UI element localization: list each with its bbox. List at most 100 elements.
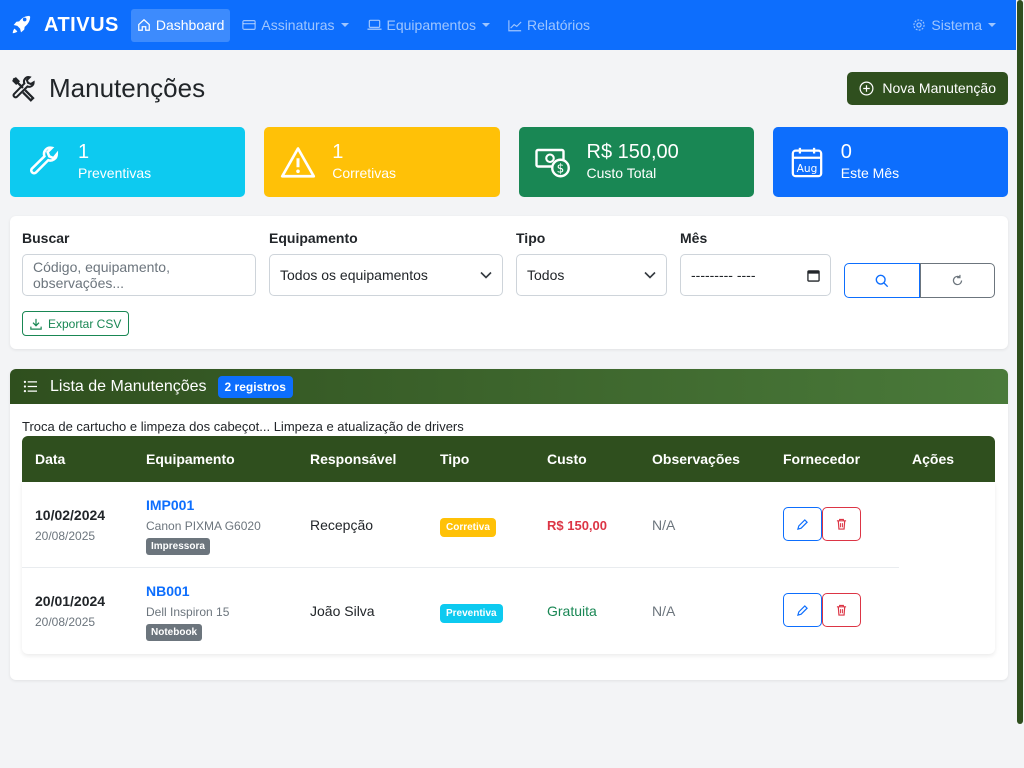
- nav-dashboard[interactable]: Dashboard: [130, 8, 231, 42]
- records-count-badge: 2 registros: [217, 375, 293, 398]
- month-input[interactable]: --------- ----: [680, 254, 831, 296]
- wrench-icon: [30, 146, 59, 175]
- list-header: Lista de Manutenções 2 registros: [10, 369, 1008, 404]
- cash-icon: $: [534, 148, 570, 178]
- list-title: Lista de Manutenções: [50, 377, 207, 395]
- maintenance-date: 20/01/2024: [35, 593, 106, 609]
- stat-label: Este Mês: [840, 165, 900, 181]
- delete-button[interactable]: [822, 507, 861, 541]
- search-icon: [875, 274, 888, 287]
- col-custo[interactable]: Custo: [547, 451, 587, 467]
- brand[interactable]: ATIVUS: [10, 14, 119, 37]
- stat-preventivas: 1 Preventivas: [10, 127, 246, 197]
- stat-este-mes: Aug 0 Este Mês: [772, 127, 1008, 197]
- pencil-icon: [797, 518, 808, 530]
- type-cell: Corretiva: [440, 517, 496, 537]
- type-group: Tipo Todos: [516, 230, 667, 296]
- home-icon: [137, 18, 150, 31]
- month-label: Mês: [680, 230, 708, 246]
- col-data[interactable]: Data: [35, 451, 65, 467]
- type-select[interactable]: Todos: [516, 254, 667, 296]
- created-date: 20/08/2025: [35, 529, 96, 543]
- maintenance-table: Data Equipamento Responsável Tipo Custo …: [22, 436, 995, 654]
- trash-icon: [836, 604, 847, 616]
- nav-equipamentos[interactable]: Equipamentos: [361, 9, 497, 42]
- notes-cell: N/A: [652, 603, 676, 619]
- equipment-select-value: Todos os equipamentos: [280, 267, 428, 283]
- warning-icon: [281, 147, 316, 178]
- svg-text:$: $: [556, 162, 564, 176]
- reset-button[interactable]: [919, 263, 995, 298]
- type-badge: Preventiva: [440, 604, 503, 623]
- equipment-label: Equipamento: [269, 230, 358, 246]
- trash-icon: [836, 518, 847, 530]
- date-cell: 10/02/2024 20/08/2025: [35, 507, 105, 543]
- search-label: Buscar: [22, 230, 70, 246]
- stat-corretivas: 1 Corretivas: [264, 127, 500, 197]
- nav-sistema[interactable]: Sistema: [906, 9, 1002, 42]
- scrollbar-thumb[interactable]: [1017, 0, 1023, 724]
- stat-value: 1: [332, 141, 344, 163]
- stat-label: Custo Total: [586, 165, 657, 181]
- nav-relatorios[interactable]: Relatórios: [502, 9, 596, 42]
- stat-custo-total: $ R$ 150,00 Custo Total: [518, 127, 754, 197]
- category-badge: Impressora: [146, 538, 210, 555]
- search-input[interactable]: Código, equipamento, observações...: [22, 254, 256, 296]
- page-header: Manutenções Nova Manutenção: [10, 68, 1008, 108]
- gear-icon: [913, 19, 926, 31]
- download-icon: [30, 318, 42, 330]
- chevron-down-icon: [480, 271, 492, 279]
- col-fornecedor[interactable]: Fornecedor: [783, 451, 860, 467]
- col-equipamento[interactable]: Equipamento: [146, 451, 235, 467]
- cost-cell: Gratuita: [547, 603, 597, 619]
- laptop-icon: [366, 19, 382, 30]
- calendar-icon: Aug: [791, 147, 823, 178]
- top-navbar: ATIVUS Dashboard Assinaturas Equipamento…: [0, 0, 1016, 50]
- equipment-select[interactable]: Todos os equipamentos: [269, 254, 503, 296]
- new-maintenance-label: Nova Manutenção: [882, 80, 996, 96]
- edit-button[interactable]: [783, 507, 822, 541]
- table-row: 20/01/2024 20/08/2025 NB001 Dell Inspiro…: [22, 568, 899, 654]
- chevron-down-icon: [988, 23, 996, 27]
- notes-cell: N/A: [652, 517, 676, 533]
- brand-name: ATIVUS: [44, 13, 119, 36]
- nav-assinaturas[interactable]: Assinaturas: [236, 9, 354, 42]
- chevron-down-icon: [482, 23, 491, 27]
- delete-button[interactable]: [822, 593, 861, 627]
- search-group: Buscar Código, equipamento, observações.…: [22, 230, 256, 296]
- nav-assinaturas-label: Assinaturas: [261, 17, 335, 33]
- table-body: 10/02/2024 20/08/2025 IMP001 Canon PIXMA…: [22, 482, 995, 654]
- equipment-group: Equipamento Todos os equipamentos: [269, 230, 503, 296]
- category-badge: Notebook: [146, 624, 203, 641]
- page-title: Manutenções: [49, 72, 206, 103]
- type-label: Tipo: [516, 230, 546, 246]
- export-csv-button[interactable]: Exportar CSV: [22, 311, 130, 336]
- month-input-value: --------- ----: [691, 267, 756, 283]
- equipment-code-link[interactable]: IMP001: [146, 497, 261, 513]
- col-tipo[interactable]: Tipo: [440, 451, 469, 467]
- search-button[interactable]: [844, 263, 920, 298]
- filter-card: Buscar Código, equipamento, observações.…: [10, 216, 1008, 349]
- edit-button[interactable]: [783, 593, 822, 627]
- chevron-down-icon: [340, 23, 349, 27]
- chart-line-icon: [508, 19, 522, 31]
- scrollbar-track[interactable]: [1016, 0, 1024, 768]
- col-acoes[interactable]: Ações: [912, 451, 954, 467]
- equipment-name: Dell Inspiron 15: [146, 605, 230, 619]
- col-observacoes[interactable]: Observações: [652, 451, 740, 467]
- list-icon: [23, 380, 37, 393]
- stat-label: Corretivas: [332, 165, 397, 181]
- stats-row: 1 Preventivas 1 Corretivas $ R$ 150,00 Cust…: [10, 127, 1008, 197]
- cost-cell: R$ 150,00: [547, 518, 607, 533]
- calendar-icon[interactable]: [807, 269, 820, 282]
- stat-value: R$ 150,00: [586, 141, 679, 163]
- card-icon: [242, 20, 257, 30]
- new-maintenance-button[interactable]: Nova Manutenção: [847, 71, 1008, 105]
- chevron-down-icon: [644, 271, 656, 279]
- col-responsavel[interactable]: Responsável: [310, 451, 396, 467]
- table-row: 10/02/2024 20/08/2025 IMP001 Canon PIXMA…: [22, 482, 899, 568]
- equipment-code-link[interactable]: NB001: [146, 583, 229, 599]
- export-csv-label: Exportar CSV: [48, 316, 122, 331]
- type-badge: Corretiva: [440, 518, 496, 537]
- rocket-icon: [12, 15, 31, 34]
